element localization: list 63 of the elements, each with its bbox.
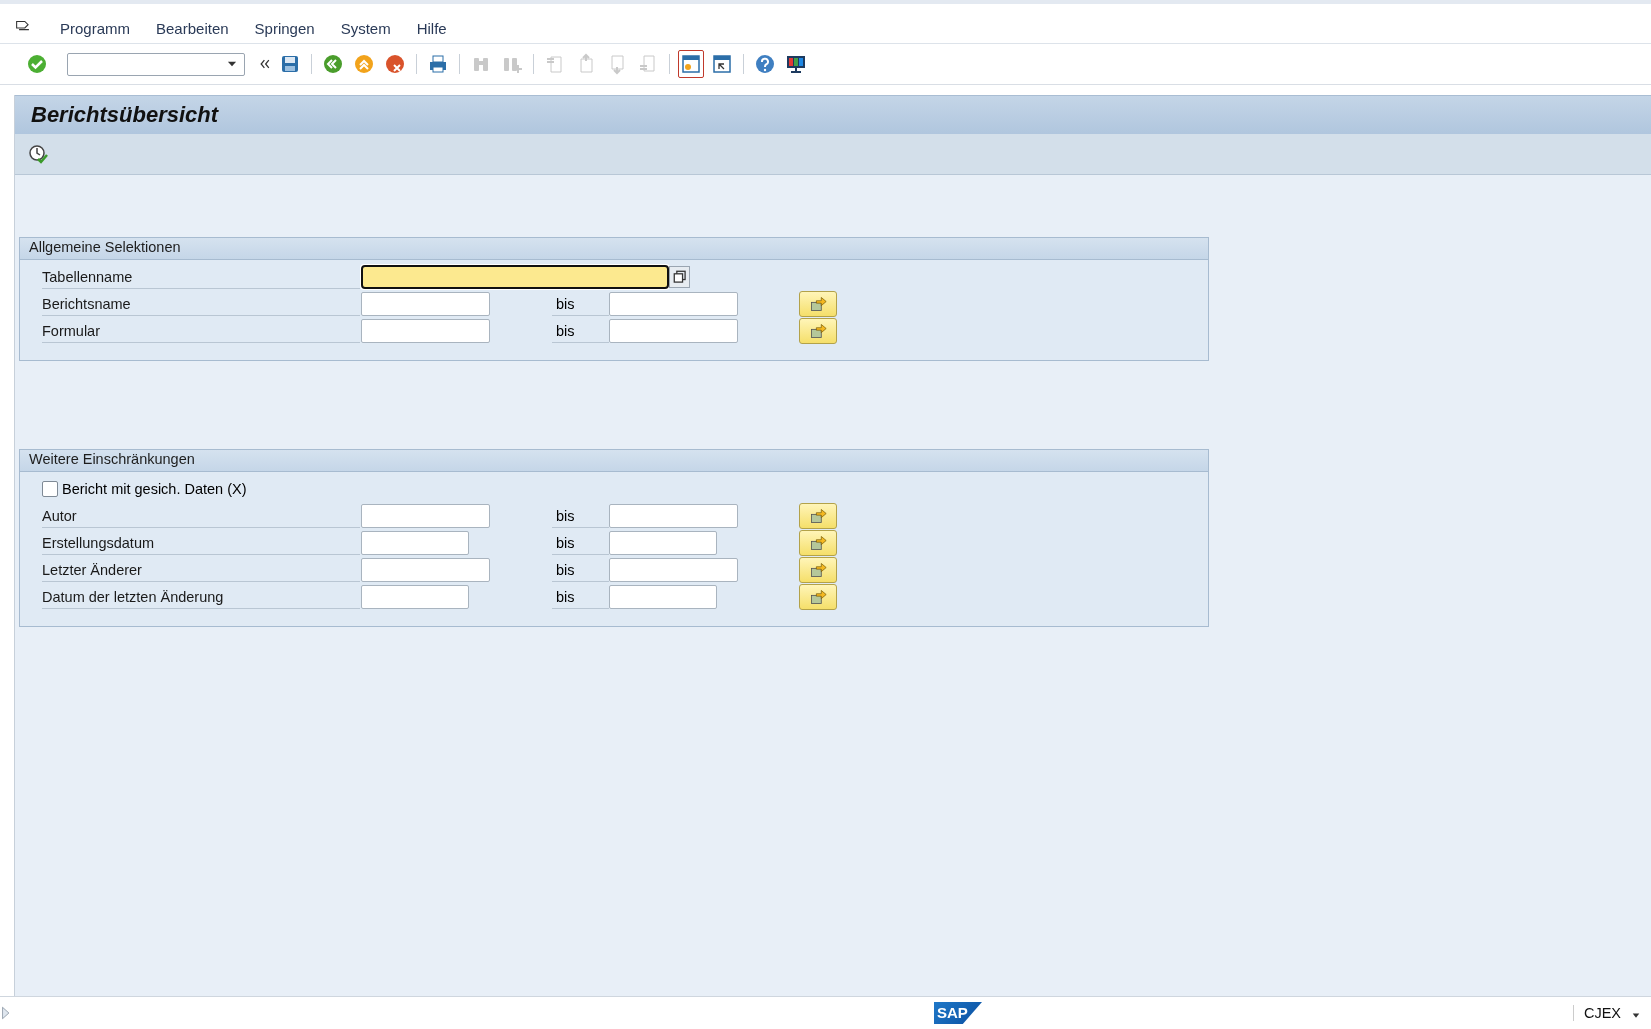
- to-field[interactable]: [609, 558, 738, 582]
- field-label: Erstellungsdatum: [42, 531, 360, 555]
- multiple-selection-button[interactable]: [799, 503, 837, 529]
- multiple-selection-icon: [808, 561, 828, 579]
- to-field[interactable]: [609, 504, 738, 528]
- field-label: Formular: [42, 319, 360, 343]
- multiple-selection-button[interactable]: [799, 584, 837, 610]
- from-field[interactable]: [361, 319, 490, 343]
- value-help-button[interactable]: [669, 266, 690, 288]
- cancel-icon: [384, 53, 406, 75]
- input-field[interactable]: [361, 265, 669, 289]
- to-field[interactable]: [609, 292, 738, 316]
- multiple-selection-button[interactable]: [799, 318, 837, 344]
- field-label: Letzter Änderer: [42, 558, 360, 582]
- multiple-selection-icon: [808, 534, 828, 552]
- to-field[interactable]: [609, 319, 738, 343]
- from-field[interactable]: [361, 504, 490, 528]
- from-field[interactable]: [361, 585, 469, 609]
- checkbox-option[interactable]: Bericht mit gesich. Daten (X): [42, 477, 1208, 501]
- multiple-selection-button[interactable]: [799, 291, 837, 317]
- shortcut-window-icon: [711, 53, 733, 75]
- field-label: Berichtsname: [42, 292, 360, 316]
- from-field[interactable]: [361, 292, 490, 316]
- dropdown-caret-icon: [226, 59, 238, 69]
- dropdown-caret-icon: [1631, 1012, 1641, 1020]
- help-icon: [754, 53, 776, 75]
- toolbar-button[interactable]: [678, 50, 704, 78]
- enter-check-icon: [26, 53, 48, 75]
- menu-item[interactable]: Programm: [60, 20, 130, 37]
- from-field[interactable]: [361, 558, 490, 582]
- checkbox[interactable]: [42, 481, 58, 497]
- from-field[interactable]: [361, 531, 469, 555]
- exit-icon: [353, 53, 375, 75]
- multiple-selection-button[interactable]: [799, 530, 837, 556]
- screen-title: Berichtsübersicht: [31, 102, 219, 128]
- menu-item[interactable]: Bearbeiten: [156, 20, 229, 37]
- to-field[interactable]: [609, 585, 717, 609]
- multiple-selection-icon: [808, 322, 828, 340]
- field-label: Autor: [42, 504, 360, 528]
- monitor-icon: [785, 53, 807, 75]
- save-icon: [279, 53, 301, 75]
- print-icon: [427, 53, 449, 75]
- field-label: Tabellenname: [42, 265, 360, 289]
- group-title: Weitere Einschränkungen: [20, 450, 1208, 472]
- group-title: Allgemeine Selektionen: [20, 238, 1208, 260]
- field-label: Datum der letzten Änderung: [42, 585, 360, 609]
- multiple-selection-icon: [808, 588, 828, 606]
- system-name[interactable]: CJEX: [1572, 1005, 1651, 1021]
- menu-item[interactable]: System: [340, 20, 391, 37]
- value-help-icon: [672, 270, 687, 284]
- logo: SAP: [934, 1002, 982, 1024]
- multiple-selection-icon: [808, 295, 828, 313]
- double-chevron-icon: [258, 57, 272, 71]
- multiple-selection-button[interactable]: [799, 557, 837, 583]
- clock-check-icon: [27, 143, 49, 165]
- checkbox-label: Bericht mit gesich. Daten (X): [62, 481, 247, 497]
- back-icon: [322, 53, 344, 75]
- multiple-selection-icon: [808, 507, 828, 525]
- menu-item[interactable]: Springen: [254, 20, 315, 37]
- new-window-icon: [680, 53, 702, 75]
- to-field[interactable]: [609, 531, 717, 555]
- command-field[interactable]: [67, 52, 245, 76]
- menu-item[interactable]: Hilfe: [416, 20, 447, 37]
